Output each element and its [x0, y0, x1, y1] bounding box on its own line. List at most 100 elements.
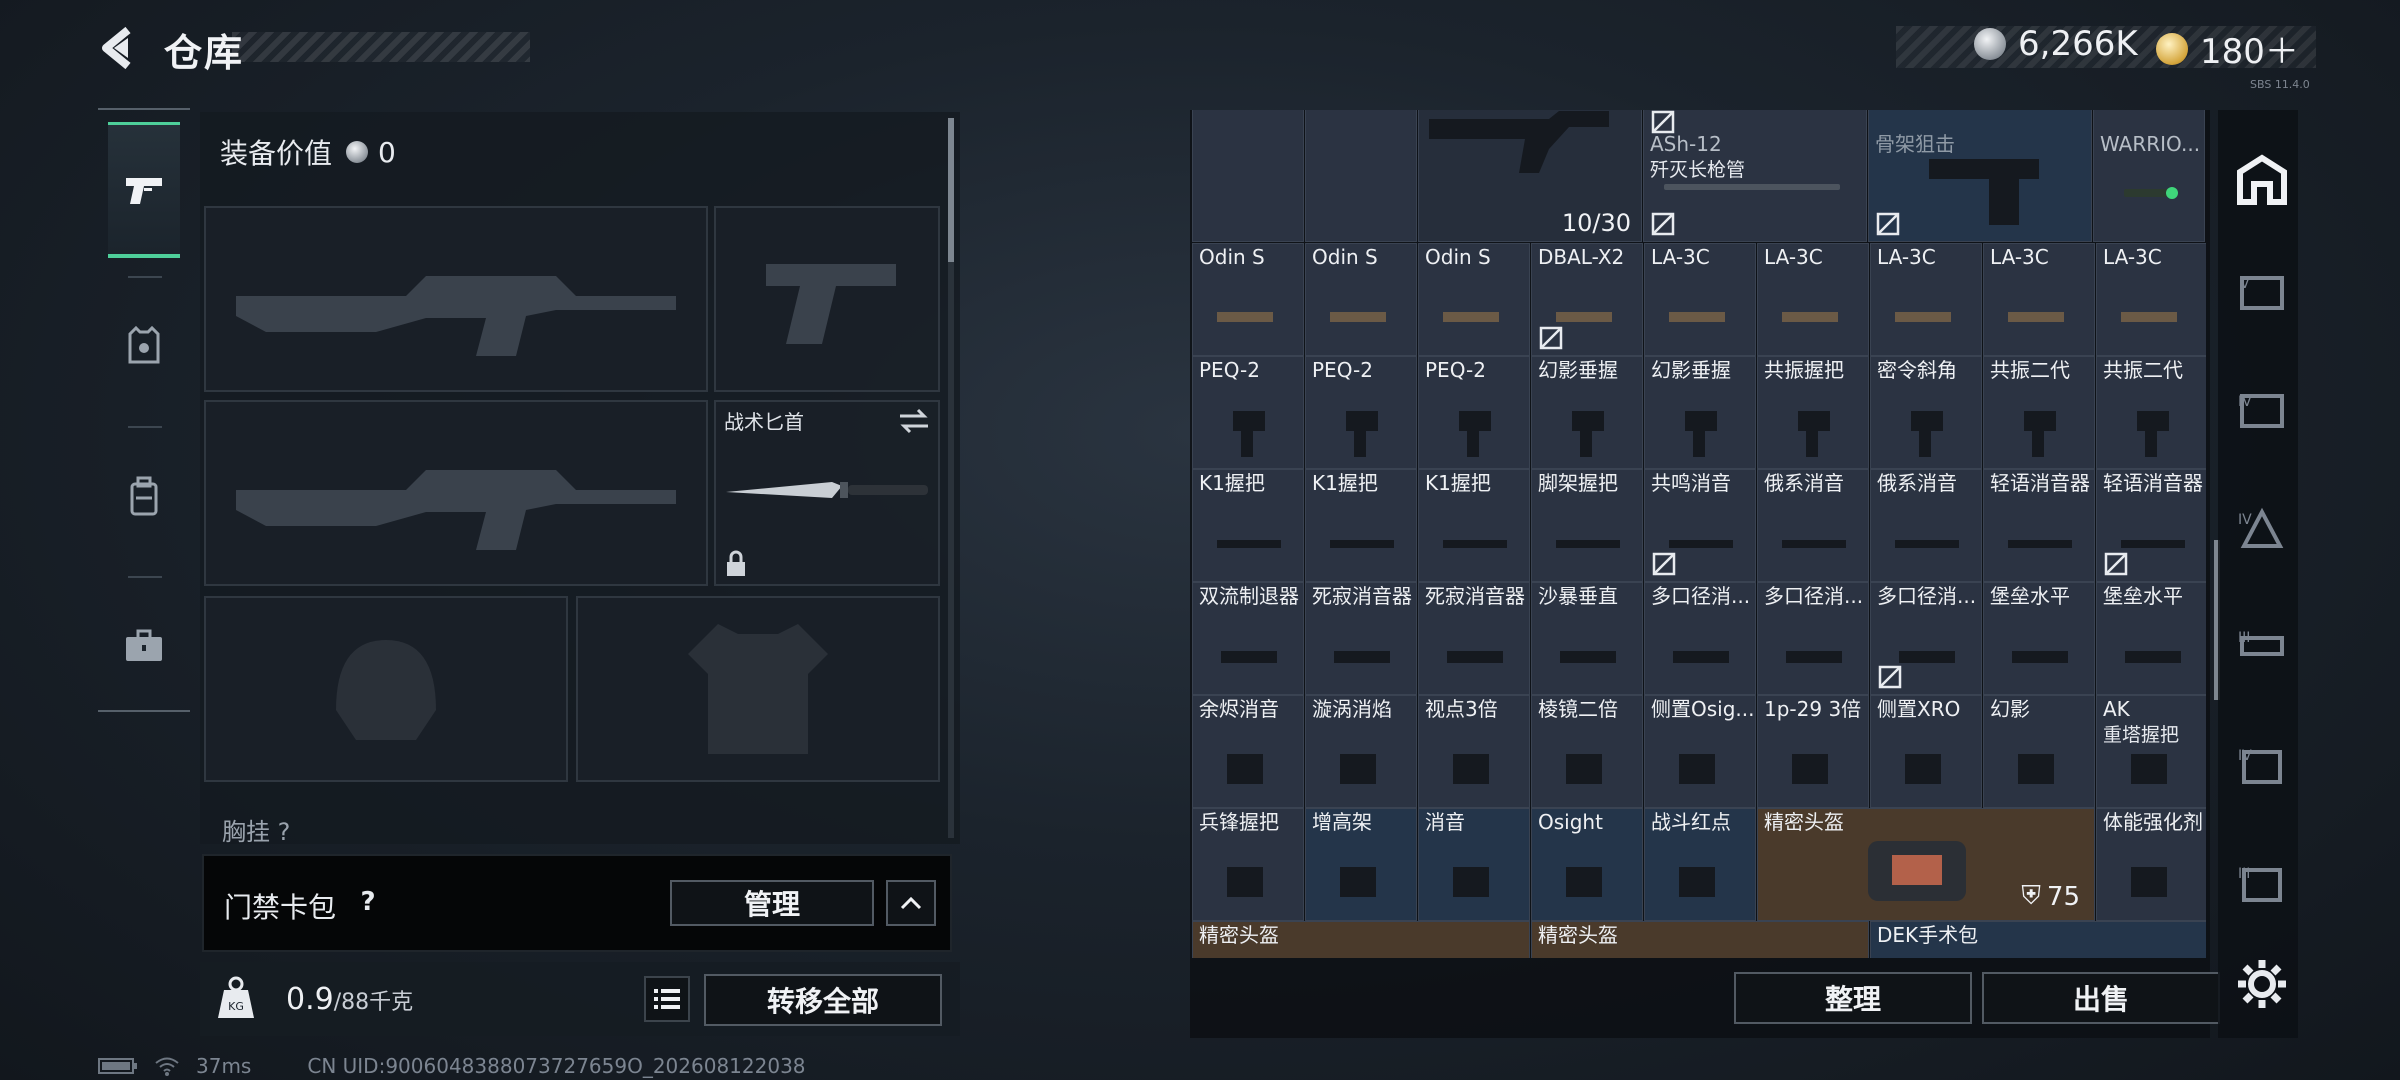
tab-weapons[interactable] [108, 122, 180, 258]
stash-cell[interactable]: 轻语消音器 [1983, 469, 2095, 582]
stash-cell[interactable]: 多口径消... [1644, 582, 1756, 695]
stash-cell[interactable]: 多口径消... [1870, 582, 1982, 695]
sell-button[interactable]: 出售 [1982, 972, 2220, 1024]
body-armor-slot[interactable] [576, 596, 940, 782]
stash-cell[interactable]: 俄系消音 [1757, 469, 1869, 582]
tier-v-icon[interactable]: V [2234, 266, 2290, 322]
item-shape [2121, 540, 2185, 548]
sidearm-slot[interactable] [714, 206, 940, 392]
stash-cell[interactable]: 棱镜二倍 [1531, 695, 1643, 808]
stash-cell[interactable]: 死寂消音器 [1418, 582, 1530, 695]
stash-cell[interactable]: 幻影垂握 [1644, 356, 1756, 469]
item-icon [1453, 754, 1489, 784]
stash-cell[interactable]: K1握把 [1192, 469, 1304, 582]
stash-cell[interactable]: Odin S [1418, 243, 1530, 356]
stash-cell[interactable]: 增高架 [1305, 808, 1417, 921]
stash-cell[interactable]: PEQ-2 [1418, 356, 1530, 469]
stash-cell-sniper-stock[interactable]: 骨架狙击 [1868, 110, 2092, 242]
stash-cell[interactable]: 侧置Osig... [1644, 695, 1756, 808]
stash-cell[interactable]: 幻影 [1983, 695, 2095, 808]
manage-button[interactable]: 管理 [670, 880, 874, 926]
stash-cell[interactable]: Odin S [1305, 243, 1417, 356]
barrel-icon [1664, 184, 1840, 190]
scroll-thumb[interactable] [948, 118, 954, 262]
secondary-weapon-slot[interactable] [204, 400, 708, 586]
back-button[interactable] [98, 24, 142, 72]
item-icon [2131, 754, 2167, 784]
stash-cell[interactable]: 精密头盔 [1192, 921, 1530, 958]
stash-cell[interactable]: 多口径消... [1757, 582, 1869, 695]
stash-cell[interactable]: 沙暴垂直 [1531, 582, 1643, 695]
stash-cell[interactable]: Osight [1531, 808, 1643, 921]
item-shape [1798, 411, 1830, 457]
tab-backpack[interactable] [108, 428, 180, 564]
stash-cell[interactable]: Odin S [1192, 243, 1304, 356]
knife-slot[interactable]: 战术匕首 [714, 400, 940, 586]
transfer-all-button[interactable]: 转移全部 [704, 974, 942, 1026]
stash-cell[interactable]: 幻影垂握 [1531, 356, 1643, 469]
item-name: 共鸣消音 [1651, 471, 1731, 495]
helmet-slot[interactable] [204, 596, 568, 782]
sort-button[interactable]: 整理 [1734, 972, 1972, 1024]
stash-cell[interactable]: 堡垒水平 [2096, 582, 2206, 695]
gear-icon[interactable] [2234, 956, 2290, 1012]
tier-iv-armor-icon[interactable]: IV [2234, 502, 2290, 558]
tier-iii-icon[interactable]: III [2234, 620, 2290, 676]
stash-cell[interactable]: DEK手术包 [1870, 921, 2206, 958]
stash-cell[interactable]: 脚架握把 [1531, 469, 1643, 582]
stash-cell[interactable]: 漩涡消焰 [1305, 695, 1417, 808]
home-stash-icon[interactable] [2234, 152, 2290, 208]
list-view-button[interactable] [644, 976, 690, 1022]
stash-cell[interactable]: K1握把 [1418, 469, 1530, 582]
stash-cell[interactable]: 共振握把 [1757, 356, 1869, 469]
stash-cell[interactable]: 共鸣消音 [1644, 469, 1756, 582]
stash-cell[interactable]: 堡垒水平 [1983, 582, 2095, 695]
expand-button[interactable] [886, 880, 936, 926]
stash-cell[interactable]: 精密头盔 [1531, 921, 1869, 958]
loadout-scrollbar[interactable] [948, 118, 954, 838]
stash-cell[interactable]: 视点3倍 [1418, 695, 1530, 808]
stash-cell[interactable]: 共振二代 [1983, 356, 2095, 469]
stash-cell[interactable]: PEQ-2 [1192, 356, 1304, 469]
stash-cell[interactable]: 体能强化剂 [2096, 808, 2206, 921]
stash-cell[interactable]: 侧置XRO [1870, 695, 1982, 808]
gold-currency[interactable]: 180＋ [2156, 24, 2299, 73]
tier-iii-misc-icon[interactable]: III [2234, 856, 2290, 912]
tier-iv-icon[interactable]: IV [2234, 384, 2290, 440]
stash-cell[interactable]: LA-3C [1757, 243, 1869, 356]
swap-icon[interactable] [898, 408, 930, 434]
stash-cell-rifle[interactable]: 10/30 [1418, 110, 1642, 242]
stash-cell[interactable]: 精密头盔 ⛨ 75 [1757, 808, 2095, 921]
stash-cell[interactable]: 死寂消音器 [1305, 582, 1417, 695]
stash-cell-top-1[interactable] [1305, 110, 1417, 242]
stash-cell-top-0[interactable] [1192, 110, 1304, 242]
stash-cell-ash12-barrel[interactable]: ASh-12 歼灭长枪管 [1643, 110, 1867, 242]
stash-cell[interactable]: K1握把 [1305, 469, 1417, 582]
item-name: PEQ-2 [1425, 358, 1486, 382]
tab-armor[interactable] [108, 278, 180, 414]
stash-cell-warrior[interactable]: WARRIO... [2093, 110, 2205, 242]
stash-cell[interactable]: LA-3C [1983, 243, 2095, 356]
stash-cell[interactable]: 密令斜角 [1870, 356, 1982, 469]
stash-cell[interactable]: AK 重塔握把 [2096, 695, 2206, 808]
stash-cell[interactable]: PEQ-2 [1305, 356, 1417, 469]
bag-label [1892, 855, 1942, 885]
stash-cell[interactable]: 轻语消音器 [2096, 469, 2206, 582]
help-icon[interactable]: ? [350, 884, 386, 920]
tier-iv-misc-icon[interactable]: IV [2234, 738, 2290, 794]
tab-case[interactable] [108, 578, 180, 714]
stash-cell[interactable]: 共振二代 [2096, 356, 2206, 469]
stash-cell[interactable]: 兵锋握把 [1192, 808, 1304, 921]
stash-cell[interactable]: 俄系消音 [1870, 469, 1982, 582]
stash-cell[interactable]: LA-3C [1644, 243, 1756, 356]
stash-cell[interactable]: 双流制退器 [1192, 582, 1304, 695]
stash-cell[interactable]: 1p-29 3倍 [1757, 695, 1869, 808]
stash-cell[interactable]: LA-3C [1870, 243, 1982, 356]
stash-cell[interactable]: LA-3C [2096, 243, 2206, 356]
stash-cell[interactable]: 战斗红点 [1644, 808, 1756, 921]
primary-weapon-slot[interactable] [204, 206, 708, 392]
stash-cell[interactable]: 消音 [1418, 808, 1530, 921]
equipment-tab-rail [98, 108, 190, 712]
stash-cell[interactable]: DBAL-X2 [1531, 243, 1643, 356]
stash-cell[interactable]: 余烬消音 [1192, 695, 1304, 808]
